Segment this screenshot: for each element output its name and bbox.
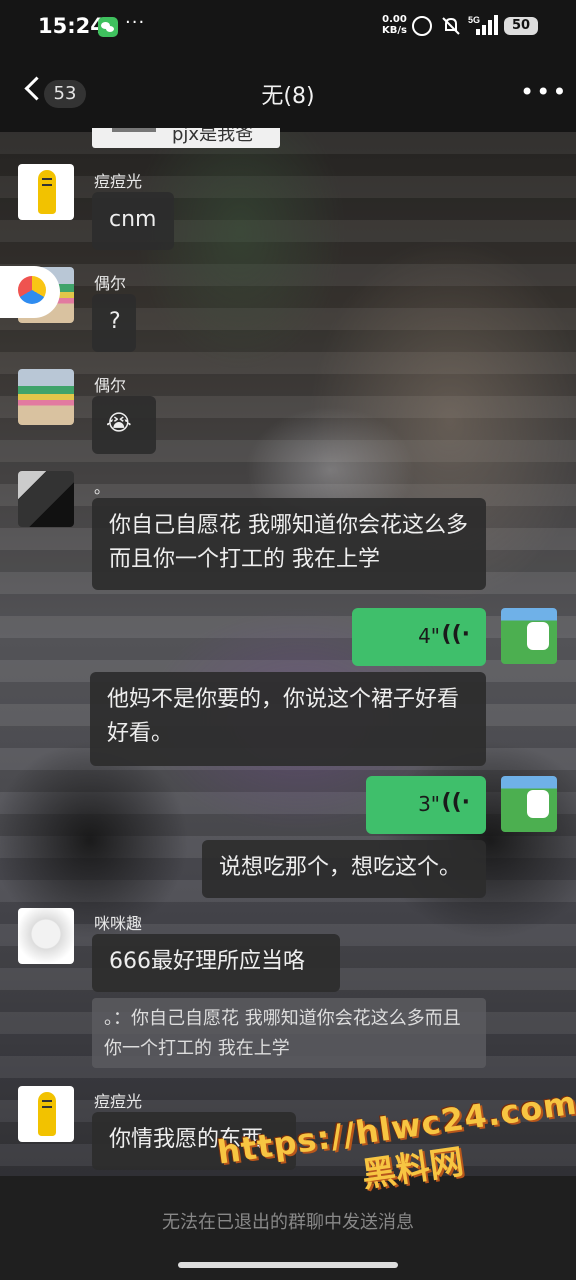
mute-icon — [442, 17, 460, 35]
partial-image-message[interactable]: pjx是我爸 — [92, 128, 280, 148]
partial-image-caption: pjx是我爸 — [172, 128, 254, 145]
net-speed-unit: KB/s — [382, 25, 407, 36]
sender-name: 咪咪趣 — [94, 914, 143, 933]
exited-group-notice: 无法在已退出的群聊中发送消息 — [162, 1212, 414, 1233]
avatar[interactable] — [18, 908, 74, 964]
avatar[interactable] — [18, 1086, 74, 1142]
battery-icon: 50 — [504, 17, 538, 35]
message-bubble[interactable]: cnm — [92, 192, 174, 250]
message-bubble[interactable]: ? — [92, 294, 136, 352]
voice-message-bubble[interactable]: 4" ((· — [352, 608, 486, 666]
status-time: 15:24 — [38, 14, 105, 38]
voice-duration: 4" — [418, 624, 440, 648]
network-type: 5G — [468, 15, 480, 25]
avatar[interactable] — [18, 369, 74, 425]
sender-name: 偶尔 — [94, 376, 127, 395]
emoji-message-bubble[interactable]: 😭 — [92, 396, 156, 454]
sender-name: 痘痘光 — [94, 1092, 143, 1111]
app-cube-icon — [18, 276, 46, 304]
sender-name: 。 — [94, 478, 111, 497]
image-thumbnail — [112, 128, 156, 132]
sender-name: 痘痘光 — [94, 172, 143, 191]
home-indicator[interactable] — [178, 1262, 398, 1268]
my-avatar[interactable] — [501, 608, 557, 664]
voice-wave-icon: ((· — [441, 790, 470, 815]
my-avatar[interactable] — [501, 776, 557, 832]
message-bubble[interactable]: 666最好理所应当咯 — [92, 934, 340, 992]
net-speed: 0.00 KB/s — [382, 14, 407, 36]
more-options-icon[interactable]: ••• — [520, 78, 568, 106]
net-speed-value: 0.00 — [382, 14, 407, 25]
voice-message-bubble[interactable]: 3" ((· — [366, 776, 486, 834]
avatar[interactable] — [18, 164, 74, 220]
status-bar: 15:24 ··· 0.00 KB/s 5G 50 — [0, 0, 576, 56]
voice-wave-icon: ((· — [441, 622, 470, 647]
alarm-icon — [412, 16, 432, 36]
sender-name: 偶尔 — [94, 274, 127, 293]
voice-duration: 3" — [418, 792, 440, 816]
floating-ball[interactable] — [0, 266, 60, 318]
chat-title: 无(8) — [261, 84, 315, 109]
message-bubble[interactable]: 他妈不是你要的，你说这个裙子好看好看。 — [90, 672, 486, 766]
avatar[interactable] — [18, 471, 74, 527]
signal-icon: 5G — [468, 15, 498, 35]
notification-more-icon: ··· — [125, 12, 146, 33]
wechat-icon — [98, 17, 118, 37]
nav-bar: 53 无(8) ••• — [0, 56, 576, 132]
message-bubble[interactable]: 说想吃那个，想吃这个。 — [202, 840, 486, 898]
message-bubble[interactable]: 你自己自愿花 我哪知道你会花这么多而且你一个打工的 我在上学 — [92, 498, 486, 590]
quoted-message[interactable]: 。：你自己自愿花 我哪知道你会花这么多而且你一个打工的 我在上学 — [92, 998, 486, 1068]
